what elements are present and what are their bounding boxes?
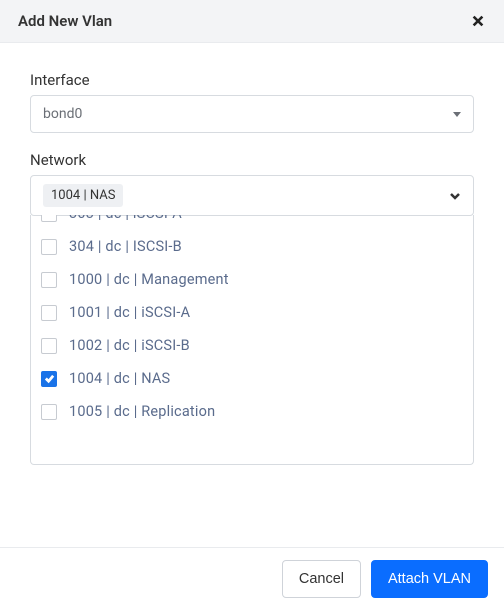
- network-select[interactable]: 1004 | NAS: [30, 175, 474, 216]
- network-options-scroll[interactable]: 303 | dc | iSCSI-A 304 | dc | ISCSI-B 1000…: [31, 215, 473, 464]
- attach-button[interactable]: Attach VLAN: [371, 560, 488, 598]
- interface-value: bond0: [43, 106, 82, 122]
- network-field: Network 1004 | NAS 303 | dc | iSCSI-A 304…: [30, 151, 474, 465]
- chevron-down-icon: [449, 190, 461, 202]
- dialog-content: Interface bond0 Network 1004 | NAS 303 |…: [0, 43, 504, 477]
- network-option-label: 1002 | dc | iSCSI-B: [69, 337, 190, 354]
- interface-label: Interface: [30, 71, 474, 89]
- checkbox-icon[interactable]: [41, 239, 57, 255]
- checkbox-checked-icon[interactable]: [41, 371, 57, 387]
- network-option[interactable]: 1004 | dc | NAS: [31, 362, 469, 395]
- network-option[interactable]: 1001 | dc | iSCSI-A: [31, 296, 469, 329]
- dialog-header: Add New Vlan: [0, 0, 504, 43]
- network-option-label: 304 | dc | ISCSI-B: [69, 238, 182, 255]
- checkbox-icon[interactable]: [41, 305, 57, 321]
- dialog-title: Add New Vlan: [18, 12, 112, 30]
- network-option[interactable]: 304 | dc | ISCSI-B: [31, 230, 469, 263]
- checkbox-icon[interactable]: [41, 215, 57, 222]
- network-option-label: 303 | dc | iSCSI-A: [69, 215, 182, 222]
- network-option[interactable]: 1000 | dc | Management: [31, 263, 469, 296]
- network-option-label: 1000 | dc | Management: [69, 271, 229, 288]
- network-option[interactable]: 303 | dc | iSCSI-A: [31, 215, 469, 230]
- dialog-footer: Cancel Attach VLAN: [0, 547, 504, 610]
- network-label: Network: [30, 151, 474, 169]
- network-chip: 1004 | NAS: [43, 184, 123, 207]
- network-option-label: 1004 | dc | NAS: [69, 370, 170, 387]
- network-options-panel: 303 | dc | iSCSI-A 304 | dc | ISCSI-B 1000…: [30, 215, 474, 465]
- checkbox-icon[interactable]: [41, 404, 57, 420]
- close-icon[interactable]: [470, 13, 486, 29]
- checkbox-icon[interactable]: [41, 338, 57, 354]
- network-option[interactable]: 1005 | dc | Replication: [31, 395, 469, 428]
- cancel-button[interactable]: Cancel: [282, 560, 361, 598]
- caret-down-icon: [453, 112, 461, 117]
- interface-select[interactable]: bond0: [30, 95, 474, 133]
- network-option-label: 1005 | dc | Replication: [69, 403, 215, 420]
- network-option[interactable]: 1002 | dc | iSCSI-B: [31, 329, 469, 362]
- interface-field: Interface bond0: [30, 71, 474, 133]
- network-option-label: 1001 | dc | iSCSI-A: [69, 304, 190, 321]
- checkbox-icon[interactable]: [41, 272, 57, 288]
